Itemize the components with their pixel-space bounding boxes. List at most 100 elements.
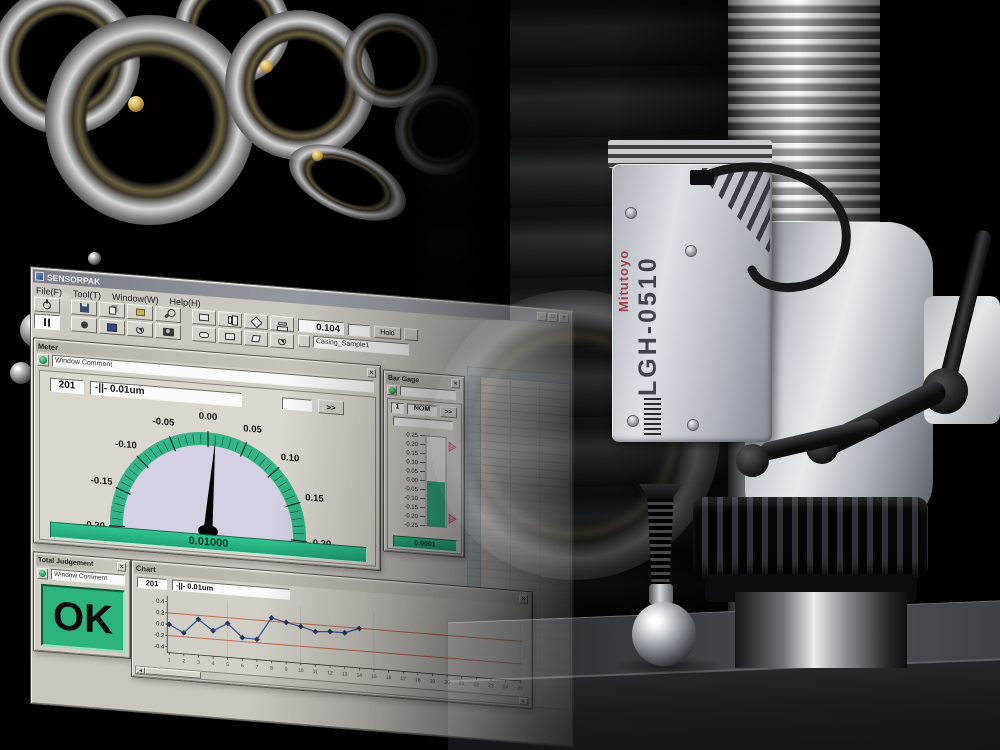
menu-help[interactable]: Help(H) [170,296,201,308]
layout-button-3[interactable] [244,313,268,330]
meter-channel-box[interactable]: 201 [50,378,84,395]
window-layout-icon [250,316,262,328]
svg-text:17: 17 [400,676,406,682]
svg-text:20: 20 [444,680,450,686]
reset-button[interactable] [127,321,153,338]
bar-gage-expand-button[interactable]: >> [440,406,457,418]
bar-gage-channel-box[interactable]: 1 [391,402,404,414]
svg-text:21: 21 [459,681,465,687]
svg-text:25: 25 [517,685,523,691]
svg-text:0.0: 0.0 [156,621,165,628]
meter-aux-box[interactable] [282,397,312,411]
bar-gage-mode-box[interactable]: NOM [407,403,437,416]
counter-value: 0.104 [298,319,344,336]
hold-button[interactable]: Hold [374,326,401,340]
screw [688,420,698,430]
svg-text:-0.20: -0.20 [404,513,418,520]
svg-text:0.10: 0.10 [281,452,299,464]
copy-button[interactable] [99,302,125,319]
svg-text:10: 10 [298,668,304,674]
svg-text:0.10: 0.10 [406,459,418,466]
judgement-result-box: OK [41,584,125,653]
power-icon [43,301,51,310]
svg-text:23: 23 [488,683,494,689]
svg-text:-0.05: -0.05 [404,486,418,493]
scroll-left-icon[interactable]: ◄ [136,667,145,675]
close-icon[interactable]: × [451,379,460,389]
bar-gage-title: Bar Gage [388,375,419,385]
svg-text:-0.25: -0.25 [404,522,418,529]
folder-icon [136,308,145,316]
monitor-icon [107,323,117,332]
svg-text:-0.10: -0.10 [404,495,418,502]
svg-text:18: 18 [415,677,421,683]
bar-gage-display-area: 1 NOM >> 0.250.200.150.100.050.00-0.05-0… [387,398,462,555]
svg-text:1: 1 [168,657,171,663]
display-button[interactable] [99,319,125,336]
svg-text:12: 12 [327,670,333,676]
chart-title: Chart [136,564,156,575]
judgement-lamp-button[interactable] [37,354,49,367]
aux-button[interactable] [404,328,418,341]
clamp-lever-knob [736,444,769,477]
layout-button-6[interactable] [218,328,242,345]
layout-button-4[interactable] [270,315,294,332]
vertical-bar-gauge: 0.250.200.150.100.050.00-0.05-0.10-0.15-… [390,427,460,539]
judgement-lamp-button[interactable] [387,385,397,396]
window-layout-icon [199,314,209,322]
layout-button-8[interactable] [270,332,294,349]
svg-text:16: 16 [386,675,392,681]
judgement-lamp-button[interactable] [37,568,48,580]
save-icon [80,303,89,313]
undo-icon [136,325,144,334]
menu-tool[interactable]: Tool(T) [73,288,101,300]
close-icon[interactable]: × [519,594,528,604]
svg-text:22: 22 [473,682,479,688]
meter-expand-button[interactable]: >> [318,399,344,415]
bearing-ring [45,15,255,225]
power-button[interactable] [34,296,60,313]
total-judgement-panel: Total Judgement × Window Comment OK [33,551,131,659]
counter-unit-box [348,324,370,338]
background-fade [330,0,510,320]
menu-file[interactable]: File(F) [36,285,62,297]
record-button[interactable] [71,316,97,333]
window-layout-icon [278,322,287,326]
open-button[interactable] [127,304,153,321]
svg-text:0.15: 0.15 [406,450,418,457]
save-button[interactable] [71,299,97,316]
meter-display-area: 201 -||- 0.01um >> -0.20-0.15-0.10-0.050… [39,370,376,567]
meter-panel-title: Meter [38,342,58,353]
pause-icon [43,318,51,327]
layout-button-1[interactable] [192,309,216,326]
svg-text:6: 6 [241,663,244,669]
sensorpak-window: SENSORPAK _ □ × File(F) Tool(T) Window(W… [30,266,574,748]
layout-button-5[interactable] [192,326,216,343]
scene: Mitutoyo LGH-0510 SENSORPAK _ □ × File(F… [0,0,1000,750]
steel-ball [88,252,101,265]
svg-text:19: 19 [430,678,436,684]
svg-text:-0.05: -0.05 [153,416,175,429]
capture-button[interactable] [155,323,181,340]
layout-button-7[interactable] [244,330,268,347]
close-button[interactable]: × [559,314,569,324]
svg-text:14: 14 [356,672,362,678]
svg-text:11: 11 [313,669,318,675]
window-layout-icon [251,335,261,343]
steel-ball [10,362,32,384]
window-title: SENSORPAK [47,272,100,286]
maximize-button[interactable]: □ [548,313,558,323]
close-icon[interactable]: × [367,368,376,378]
window-layout-icon [225,333,235,341]
close-icon[interactable]: × [117,562,126,572]
tools-button[interactable] [155,306,181,323]
svg-text:9: 9 [285,667,288,673]
sample-icon-button[interactable] [298,335,310,348]
scroll-right-icon[interactable]: ► [519,697,528,705]
window-layout-icon [228,315,232,323]
knurled-clamp-ring [693,497,928,578]
svg-text:8: 8 [270,666,273,672]
minimize-button[interactable]: _ [537,312,547,322]
pause-button[interactable] [34,313,60,330]
layout-button-2[interactable] [218,311,242,328]
